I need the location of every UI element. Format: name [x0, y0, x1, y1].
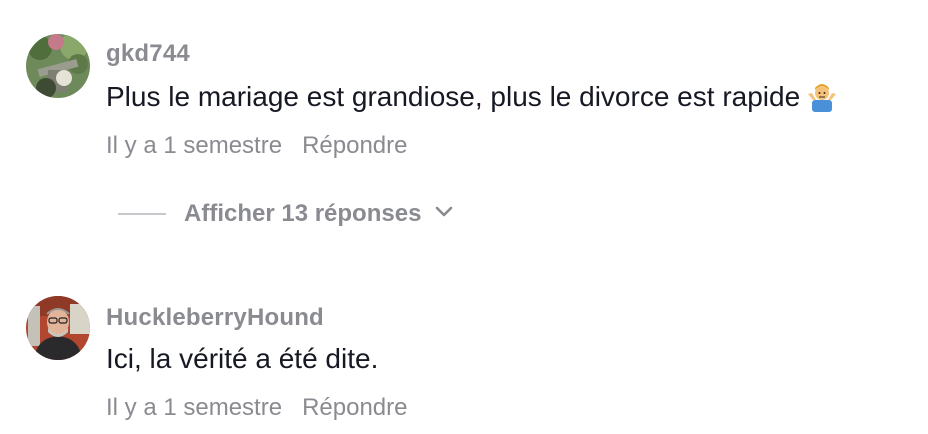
divider-line [118, 213, 166, 215]
avatar[interactable] [26, 34, 90, 98]
view-replies-button[interactable]: Afficher 13 réponses [118, 198, 453, 230]
comment-meta: Il y a 1 semestre Répondre [106, 132, 407, 160]
chevron-down-icon [435, 205, 453, 223]
comment-time: Il y a 1 semestre [106, 394, 283, 421]
reply-button[interactable]: Répondre [302, 394, 407, 421]
comment-text: Ici, la vérité a été dite. [106, 343, 379, 374]
view-replies-label: Afficher 13 réponses [184, 200, 422, 227]
man-shrugging-emoji-icon [806, 80, 838, 120]
comment-username[interactable]: gkd744 [106, 40, 190, 68]
comment-text: Plus le mariage est grandiose, plus le d… [106, 80, 838, 120]
avatar[interactable] [26, 296, 90, 360]
comment-text-content: Plus le mariage est grandiose, plus le d… [106, 81, 801, 112]
comment-username[interactable]: HuckleberryHound [106, 304, 324, 332]
comment-time: Il y a 1 semestre [106, 132, 283, 159]
comment-meta: Il y a 1 semestre Répondre [106, 394, 407, 422]
reply-button[interactable]: Répondre [302, 132, 407, 159]
